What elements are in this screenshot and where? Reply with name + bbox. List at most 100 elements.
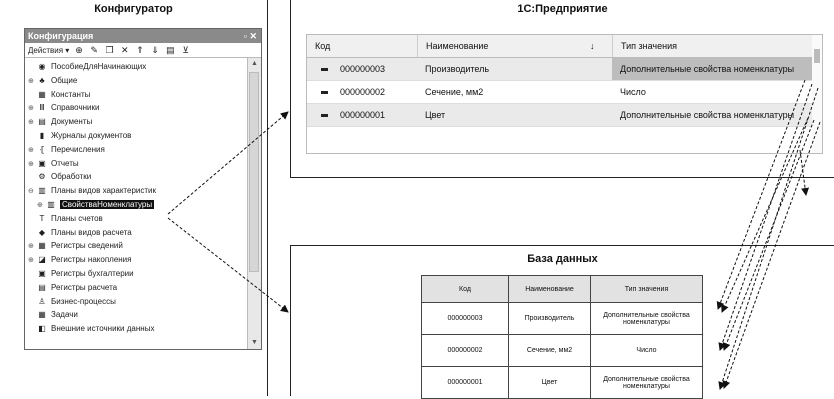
info-registers-icon: ▦ — [38, 241, 46, 251]
catalogs-icon: Ⅲ — [39, 103, 45, 113]
row-name: Производитель — [425, 64, 490, 74]
configuration-window-title: Конфигурация — [28, 31, 94, 41]
scrollbar-thumb[interactable] — [249, 72, 259, 272]
accounting-registers-icon: ▣ — [38, 269, 46, 278]
table-row: 000000003 Производитель Дополнительные с… — [421, 302, 703, 335]
tree-item-label: Регистры накопления — [51, 255, 132, 265]
row-code: 000000002 — [340, 87, 386, 97]
db-cell-name: Производитель — [508, 302, 591, 335]
tree-item[interactable]: Т Планы счетов — [28, 212, 103, 226]
tree-item-label: Общие — [51, 75, 78, 85]
tree-item-label: Задачи — [51, 310, 78, 320]
filter-icon[interactable]: ⊻ — [180, 43, 191, 57]
row-name: Цвет — [425, 110, 446, 120]
tree-item[interactable]: ▣ Регистры бухгалтерии — [28, 267, 134, 281]
tree-item[interactable]: ◧ Внешние источники данных — [28, 322, 154, 336]
copy-icon[interactable]: ❐ — [104, 43, 115, 57]
tree-item-label: Внешние источники данных — [51, 324, 155, 334]
configuration-tree: ◉ ПособиеДляНачинающих ⊕ ♣ Общие ▦ Константы ⊕ Ⅲ… — [25, 58, 247, 349]
move-down-icon[interactable]: ⇓ — [150, 43, 161, 57]
enums-icon: ⦃ — [39, 144, 45, 154]
element-icon — [321, 91, 328, 95]
db-cell-type: Число — [590, 334, 703, 367]
enterprise-panel: 1С:Предприятие Код Наименование ↓ Тип зн… — [290, 0, 834, 178]
accumulation-registers-icon: ◪ — [38, 255, 46, 265]
column-name-header[interactable]: Наименование ↓ — [417, 35, 621, 57]
element-icon — [321, 114, 328, 118]
tree-item[interactable]: ▤ Регистры расчета — [28, 281, 117, 295]
actions-menu[interactable]: Действия ▾ — [28, 46, 69, 55]
scroll-down-icon[interactable]: ▼ — [248, 337, 261, 349]
column-code-header[interactable]: Код — [315, 35, 415, 57]
scroll-up-icon[interactable]: ▲ — [248, 58, 261, 70]
enterprise-list-table: Код Наименование ↓ Тип значения 00000000… — [306, 34, 823, 154]
tree-scrollbar[interactable]: ▲ ▼ — [247, 58, 261, 349]
documents-icon: ▤ — [38, 117, 46, 127]
tree-item[interactable]: ⊕ ⦃ Перечисления — [28, 143, 105, 157]
tree-item[interactable]: ⊕ ▦ Регистры сведений — [28, 239, 123, 253]
tree-item[interactable]: ▦ Задачи — [28, 308, 78, 322]
list-icon[interactable]: ▤ — [165, 43, 176, 57]
edit-icon[interactable]: ✎ — [89, 43, 100, 57]
window-controls[interactable]: ▫ ✕ — [244, 29, 257, 43]
tree-item-label: Планы видов характеристик — [51, 186, 156, 196]
tree-item[interactable]: ◆ Планы видов расчета — [28, 226, 132, 240]
configurator-title: Конфигуратор — [94, 3, 173, 15]
table-row[interactable]: 000000001 Цвет Дополнительные свойства н… — [307, 104, 812, 127]
row-code: 000000001 — [340, 110, 386, 120]
tree-item[interactable]: ⊖ ▥ Планы видов характеристик — [28, 184, 156, 198]
column-name-label: Наименование — [426, 41, 489, 51]
database-table: Код Наименование Тип значения 000000003 … — [421, 275, 703, 399]
constants-icon: ▦ — [38, 89, 46, 99]
tree-item[interactable]: ⊕ ▥ СвойстваНоменклатуры — [37, 198, 155, 212]
calculation-registers-icon: ▤ — [38, 282, 46, 292]
tree-item-label: Планы видов расчета — [51, 227, 132, 237]
db-column-code: Код — [421, 275, 509, 303]
scrollbar-thumb[interactable] — [814, 49, 820, 63]
journals-icon: ▮ — [39, 131, 45, 140]
configuration-window: Конфигурация ▫ ✕ Действия ▾ ⊕ ✎ ❐ ✕ ⇑ ⇓ … — [24, 28, 262, 350]
tree-item[interactable]: ◉ ПособиеДляНачинающих — [28, 60, 147, 74]
tree-item-label: Регистры расчета — [51, 282, 118, 292]
table-header: Код Наименование Тип значения — [421, 275, 703, 303]
db-cell-name: Цвет — [508, 366, 591, 399]
tree-item[interactable]: ⊕ ◪ Регистры накопления — [28, 253, 131, 267]
tree-item-label: Бизнес-процессы — [51, 296, 116, 306]
enterprise-title: 1С:Предприятие — [517, 3, 608, 15]
row-type: Число — [620, 87, 646, 97]
table-row[interactable]: 000000003 Производитель Дополнительные с… — [307, 58, 812, 81]
tree-item[interactable]: ▦ Константы — [28, 88, 90, 102]
move-up-icon[interactable]: ⇑ — [134, 43, 145, 57]
tree-item-label: Регистры бухгалтерии — [51, 269, 134, 278]
element-icon — [321, 68, 328, 72]
tree-item[interactable]: ⊕ ♣ Общие — [28, 74, 77, 88]
sort-arrow-icon: ↓ — [590, 41, 595, 51]
delete-icon[interactable]: ✕ — [119, 43, 130, 57]
tree-item[interactable]: ♙ Бизнес-процессы — [28, 295, 116, 309]
configuration-toolbar: Действия ▾ ⊕ ✎ ❐ ✕ ⇑ ⇓ ▤ ⊻ — [25, 43, 261, 58]
calculation-types-icon: ◆ — [38, 227, 46, 237]
collapse-icon[interactable]: ⊖ — [28, 185, 36, 199]
business-processes-icon: ♙ — [38, 296, 46, 306]
tree-item[interactable]: ⚙ Обработки — [28, 170, 91, 184]
tree-item[interactable]: ▮ Журналы документов — [28, 129, 132, 143]
table-scrollbar[interactable] — [812, 35, 822, 153]
tree-item-label: ПособиеДляНачинающих — [51, 62, 147, 71]
row-type: Дополнительные свойства номенклатуры — [612, 58, 812, 80]
column-type-header[interactable]: Тип значения — [612, 35, 821, 57]
table-row[interactable]: 000000002 Сечение, мм2 Число — [307, 81, 812, 104]
tree-item-label: Регистры сведений — [51, 241, 123, 251]
table-header: Код Наименование ↓ Тип значения — [307, 35, 812, 58]
tree-item-label: Перечисления — [51, 144, 105, 154]
db-cell-type: Дополнительные свойства номенклатуры — [590, 366, 703, 399]
common-icon: ♣ — [39, 75, 45, 85]
database-panel: База данных Код Наименование Тип значени… — [290, 245, 834, 399]
add-icon[interactable]: ⊕ — [74, 43, 85, 57]
tree-item-label: Журналы документов — [51, 131, 132, 140]
tree-item[interactable]: ⊕ ▤ Документы — [28, 115, 92, 129]
tree-item[interactable]: ⊕ ▣ Отчеты — [28, 157, 79, 171]
tree-item-label: Обработки — [51, 172, 92, 182]
row-type: Дополнительные свойства номенклатуры — [620, 110, 795, 120]
tree-item[interactable]: ⊕ Ⅲ Справочники — [28, 101, 99, 115]
chart-of-accounts-icon: Т — [39, 213, 45, 223]
